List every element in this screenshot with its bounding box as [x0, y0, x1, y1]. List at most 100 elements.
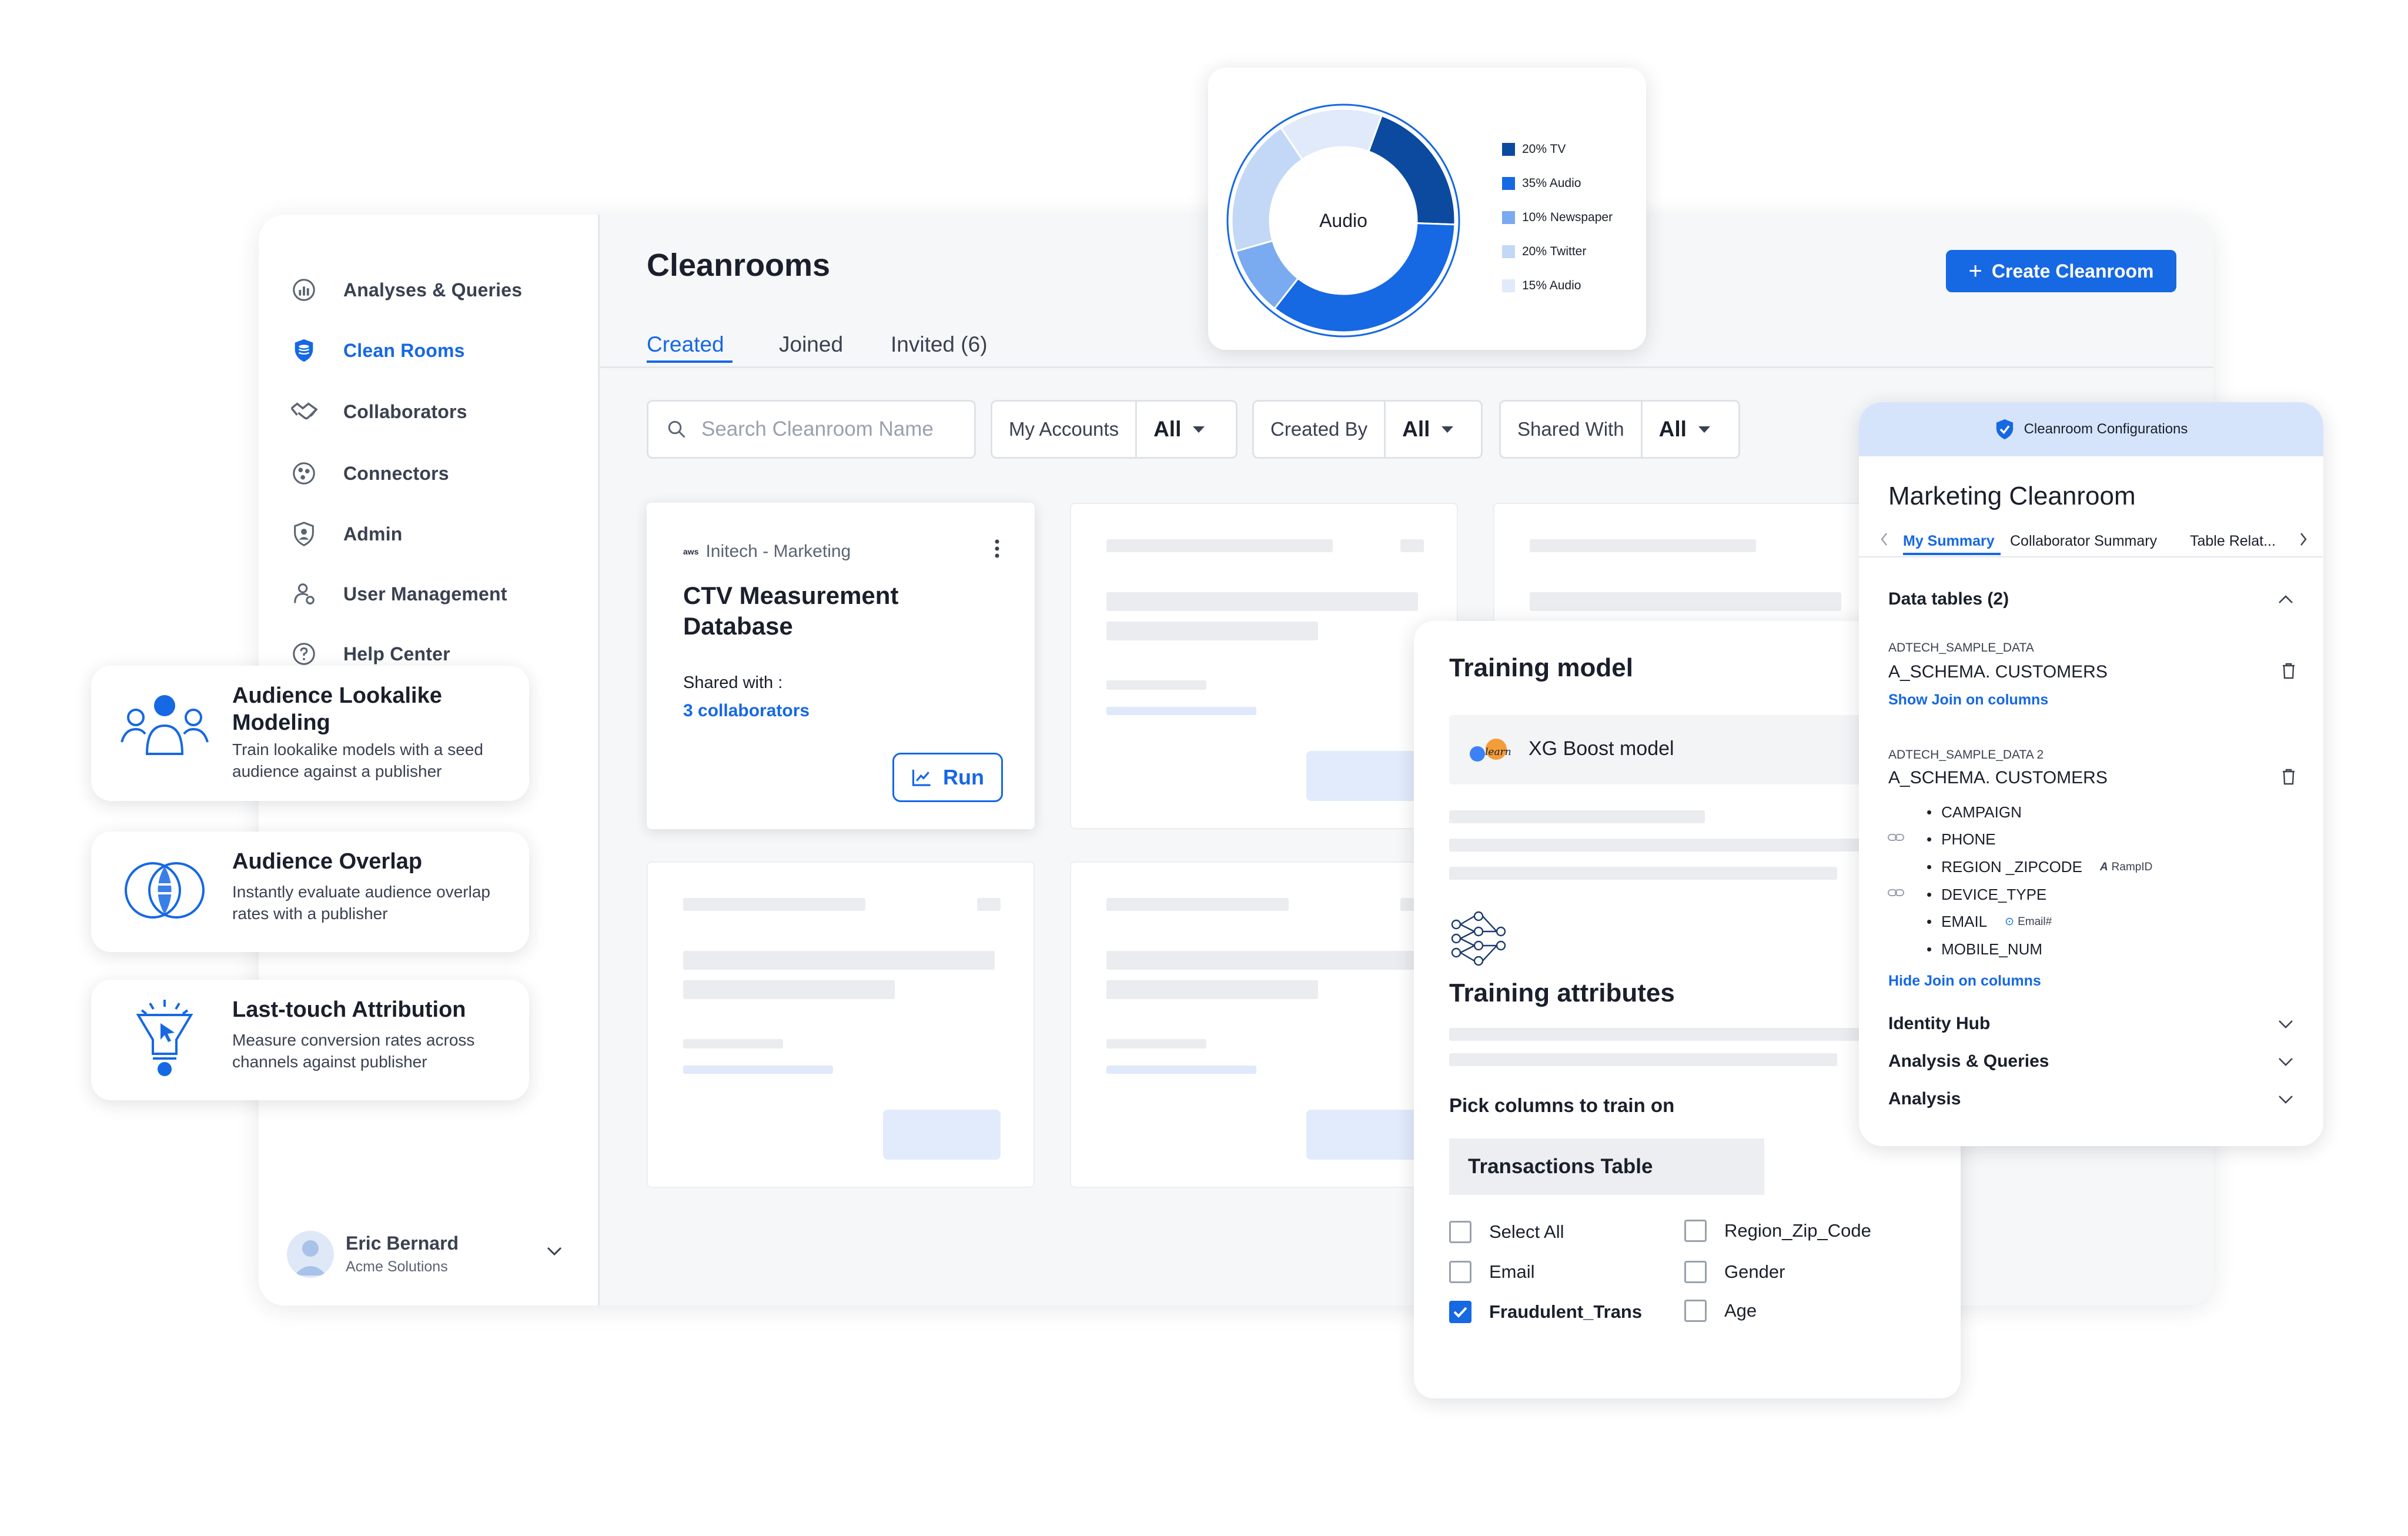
sidebar-item-label: User Management: [343, 583, 507, 605]
feature-description: Measure conversion rates across channels…: [232, 1031, 475, 1071]
run-label: Run: [943, 765, 984, 789]
checkbox-select-all[interactable]: Select All: [1449, 1221, 1564, 1243]
search-placeholder: Search Cleanroom Name: [701, 418, 934, 440]
pick-columns-label: Pick columns to train on: [1449, 1094, 1675, 1116]
column-item: • PHONE: [1927, 830, 1996, 848]
section-analysis[interactable]: Analysis: [1888, 1089, 2294, 1109]
active-tab-indicator: [647, 360, 733, 363]
connectors-icon: [289, 459, 319, 488]
aws-logo-icon: aws: [683, 547, 699, 556]
hide-join-link[interactable]: Hide Join on columns: [1888, 973, 2041, 990]
chevron-right-icon[interactable]: [2299, 532, 2308, 547]
create-cleanroom-button[interactable]: + Create Cleanroom: [1946, 250, 2176, 292]
feature-description: Instantly evaluate audience overlap rate…: [232, 883, 490, 923]
sidebar-item-label: Help Center: [343, 643, 450, 665]
legend-label: 10% Newspaper: [1522, 211, 1613, 224]
feature-card-lookalike[interactable]: Audience Lookalike Modeling Train lookal…: [91, 666, 529, 801]
filter-my-accounts[interactable]: My Accounts All: [991, 400, 1238, 459]
search-input[interactable]: Search Cleanroom Name: [647, 400, 976, 459]
feature-card-overlap[interactable]: Audience Overlap Instantly evaluate audi…: [91, 832, 529, 952]
sidebar-item-admin[interactable]: Admin: [289, 513, 403, 555]
tab-my-summary[interactable]: My Summary: [1903, 533, 1995, 550]
sidebar-item-clean-rooms[interactable]: Clean Rooms: [289, 330, 465, 371]
section-label: Identity Hub: [1888, 1014, 1991, 1033]
trash-icon[interactable]: [2281, 768, 2296, 786]
caret-down-icon: [1698, 426, 1710, 433]
feature-title: Last-touch Attribution: [232, 997, 466, 1022]
tab-created[interactable]: Created: [647, 332, 724, 357]
run-button[interactable]: Run: [892, 753, 1003, 802]
column-item: • MOBILE_NUM: [1927, 940, 2043, 958]
tab-collaborator-summary[interactable]: Collaborator Summary: [2010, 533, 2157, 550]
column-item: • REGION _ZIPCODE A RampID: [1927, 858, 2153, 876]
caret-down-icon: [1193, 426, 1205, 433]
feature-card-attribution[interactable]: Last-touch Attribution Measure conversio…: [91, 980, 529, 1100]
chart-legend: 20% TV 35% Audio 10% Newspaper 20% Twitter 1…: [1502, 132, 1613, 303]
data-tables-section[interactable]: Data tables (2): [1888, 589, 2294, 609]
user-profile-menu[interactable]: Eric Bernard Acme Solutions: [287, 1228, 569, 1281]
section-identity-hub[interactable]: Identity Hub: [1888, 1014, 2294, 1034]
table1-name: A_SCHEMA. CUSTOMERS: [1888, 662, 2108, 682]
feature-description: Train lookalike models with a seed audie…: [232, 740, 483, 780]
checkbox[interactable]: [1684, 1220, 1707, 1242]
section-analysis-queries[interactable]: Analysis & Queries: [1888, 1051, 2294, 1071]
checkbox-region-zip-code[interactable]: Region_Zip_Code: [1684, 1220, 1871, 1242]
tab-table-relationships[interactable]: Table Relat...: [2190, 533, 2276, 550]
table-selector[interactable]: Transactions Table: [1449, 1138, 1764, 1195]
checkbox-label: Email: [1489, 1261, 1535, 1282]
checkbox[interactable]: [1684, 1300, 1707, 1322]
filter-label: My Accounts: [992, 402, 1138, 457]
trash-icon[interactable]: [2281, 662, 2296, 680]
training-title: Training model: [1449, 653, 1633, 682]
legend-label: 35% Audio: [1522, 176, 1581, 190]
show-join-link[interactable]: Show Join on columns: [1888, 692, 2048, 709]
checkbox-fraudulent-trans[interactable]: Fraudulent_Trans: [1449, 1301, 1642, 1323]
marketing-title: Marketing Cleanroom: [1888, 482, 2136, 510]
legend-label: 20% Twitter: [1522, 245, 1587, 258]
tabs-divider: [600, 366, 2213, 368]
tab-invited[interactable]: Invited (6): [891, 332, 988, 357]
sklearn-logo-icon: learn: [1466, 737, 1514, 764]
section-label: Analysis: [1888, 1089, 1961, 1108]
checkbox-gender[interactable]: Gender: [1684, 1261, 1785, 1283]
checkbox-label: Age: [1724, 1300, 1757, 1321]
filter-value: All: [1153, 417, 1182, 441]
active-tab-indicator: [1903, 553, 2001, 555]
legend-item: 15% Audio: [1502, 269, 1613, 303]
create-cleanroom-label: Create Cleanroom: [1991, 260, 2154, 282]
column-item: • EMAIL ⊙ Email#: [1927, 913, 2052, 930]
column-item: • DEVICE_TYPE: [1927, 886, 2047, 903]
sidebar-item-analyses-queries[interactable]: Analyses & Queries: [289, 269, 522, 310]
checkbox-checked[interactable]: [1449, 1301, 1471, 1323]
collaborators-link[interactable]: 3 collaborators: [683, 701, 810, 721]
filter-created-by[interactable]: Created By All: [1252, 400, 1483, 459]
sidebar-item-label: Analyses & Queries: [343, 279, 523, 300]
plus-icon: +: [1968, 258, 1982, 284]
sidebar-item-connectors[interactable]: Connectors: [289, 453, 449, 494]
checkbox-label: Gender: [1724, 1261, 1785, 1282]
legend-swatch: [1502, 245, 1515, 258]
chevron-down-icon: [2277, 1019, 2294, 1029]
checkbox[interactable]: [1449, 1221, 1471, 1243]
filter-shared-with[interactable]: Shared With All: [1499, 400, 1740, 459]
checkbox[interactable]: [1684, 1261, 1707, 1283]
checkbox[interactable]: [1449, 1261, 1471, 1283]
checkbox-age[interactable]: Age: [1684, 1300, 1757, 1322]
config-header-label: Cleanroom Configurations: [2024, 421, 2188, 437]
sidebar-item-user-management[interactable]: User Management: [289, 573, 507, 615]
cleanroom-card[interactable]: aws Initech - Marketing CTV Measurement …: [647, 503, 1035, 829]
legend-item: 35% Audio: [1502, 166, 1613, 201]
sidebar-item-label: Collaborators: [343, 400, 467, 422]
checkbox-email[interactable]: Email: [1449, 1261, 1535, 1283]
email-hash-badge: ⊙ Email#: [2005, 915, 2052, 929]
training-attributes-title: Training attributes: [1449, 979, 1675, 1007]
more-options-icon[interactable]: [994, 538, 1001, 559]
audience-overlap-icon: [121, 858, 209, 946]
sidebar-item-collaborators[interactable]: Collaborators: [289, 391, 467, 432]
chevron-left-icon[interactable]: [1879, 532, 1889, 547]
tab-joined[interactable]: Joined: [779, 332, 843, 357]
sidebar-item-label: Admin: [343, 523, 403, 545]
email-hash-icon: ⊙: [2005, 916, 2015, 928]
sidebar-item-label: Clean Rooms: [343, 339, 465, 361]
shared-with-label: Shared with :: [683, 673, 783, 692]
